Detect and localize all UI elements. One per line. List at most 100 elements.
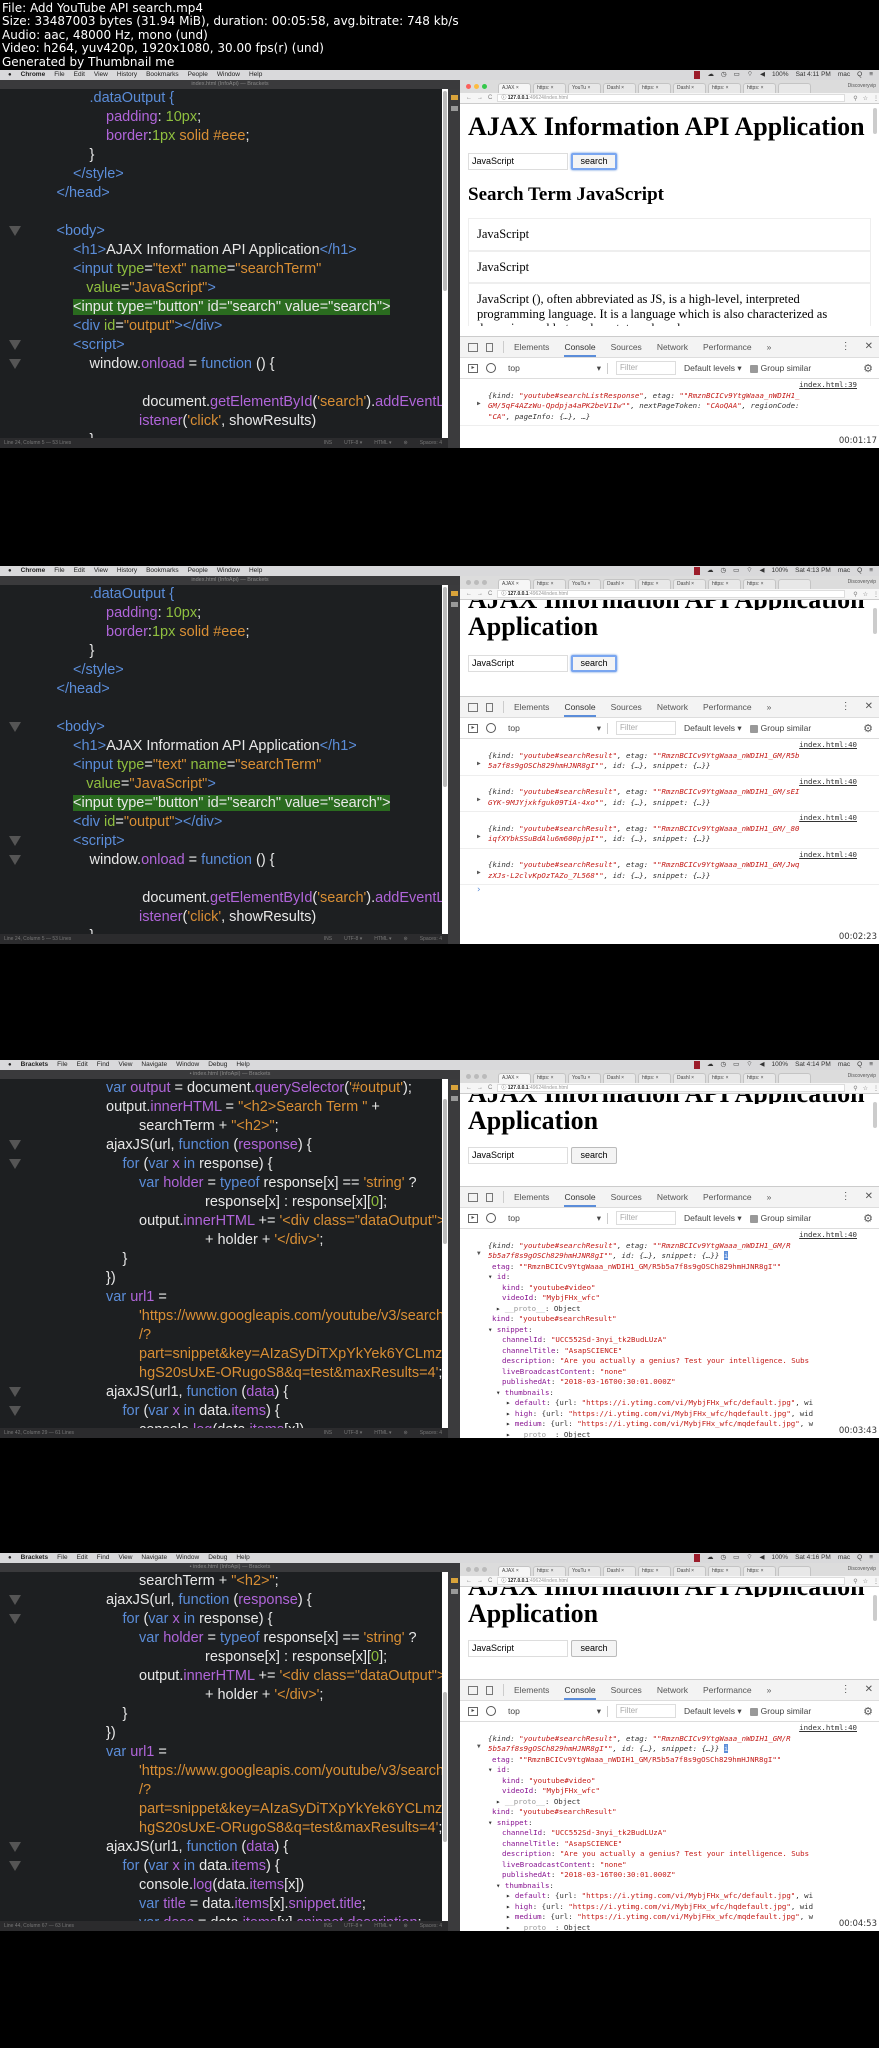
statusbar-item[interactable]: INS (324, 1428, 332, 1438)
code-line[interactable]: 'https://www.googleapis.com/youtube/v3/s… (0, 1307, 442, 1326)
menu-item-window[interactable]: Window (217, 70, 240, 80)
inspect-element-icon[interactable] (468, 1192, 478, 1202)
live-preview-icon[interactable] (450, 95, 458, 100)
statusbar-item[interactable]: UTF-8 ▾ (344, 934, 362, 944)
menu-item-help[interactable]: Help (249, 566, 262, 576)
tab-close-icon[interactable]: × (586, 85, 590, 91)
menu-item-file[interactable]: File (57, 1553, 67, 1563)
back-icon[interactable]: ← (466, 591, 472, 597)
tree-node[interactable]: liveBroadcastContent: "none" (488, 1367, 879, 1378)
code-line[interactable]: var holder = typeof response[x] == 'stri… (0, 1629, 442, 1648)
close-devtools-icon[interactable]: ✕ (865, 701, 873, 712)
tree-node[interactable]: ▾ thumbnails: (488, 1881, 879, 1892)
code-line[interactable]: window.onload = function () { (0, 355, 442, 374)
menu-app-name[interactable]: Brackets (21, 1553, 48, 1563)
checkbox-checked-icon[interactable] (749, 364, 758, 373)
forward-icon[interactable]: → (477, 1085, 483, 1091)
fold-arrow-icon[interactable] (9, 359, 21, 369)
menu-item-bookmarks[interactable]: Bookmarks (146, 566, 179, 576)
devtools-tab-console[interactable]: Console (564, 1685, 596, 1700)
devtools-tab-network[interactable]: Network (657, 702, 688, 712)
devtools-tab-elements[interactable]: Elements (514, 1192, 549, 1202)
code-line[interactable]: .dataOutput { (0, 585, 442, 604)
checkbox-checked-icon[interactable] (749, 1214, 758, 1223)
minimize-window-button[interactable] (474, 1074, 479, 1079)
new-tab-button[interactable] (778, 1073, 811, 1083)
tree-node[interactable]: ▸ high: {url: "https://i.ytimg.com/vi/My… (488, 1902, 879, 1913)
log-object[interactable]: ▶ {kind: "youtube#searchListResponse", et… (460, 391, 879, 423)
fold-arrow-icon[interactable] (9, 855, 21, 865)
code-line[interactable]: } (0, 927, 442, 934)
code-line[interactable] (0, 870, 442, 889)
console-settings-icon[interactable]: ⚙ (863, 1705, 873, 1718)
clear-console-icon[interactable] (486, 363, 496, 373)
cloud-icon[interactable]: ☁ (707, 1553, 714, 1563)
statusbar-item[interactable]: HTML ▾ (374, 934, 391, 944)
notification-center-icon[interactable]: ≡ (869, 1553, 873, 1563)
devtools-tab-more[interactable]: » (767, 1685, 772, 1695)
browser-tab[interactable]: Dashl × (673, 83, 706, 93)
source-link[interactable]: index.html:39 (460, 380, 879, 391)
console-message[interactable]: index.html:40 ▼ {kind: "youtube#searchResu… (460, 1722, 879, 1931)
statusbar-item[interactable]: UTF-8 ▾ (344, 1428, 362, 1438)
expand-arrow-icon[interactable]: ▶ (477, 759, 481, 770)
scrollbar-thumb[interactable] (443, 1099, 447, 1244)
tab-close-icon[interactable]: × (620, 1075, 624, 1081)
code-line[interactable]: <div id="output"></div> (0, 317, 442, 336)
tab-close-icon[interactable]: × (724, 1075, 729, 1081)
source-link[interactable]: index.html:40 (460, 850, 879, 861)
browser-tab[interactable]: https: × (708, 579, 741, 589)
browser-tab[interactable]: YouTu × (568, 1073, 601, 1083)
menu-item-edit[interactable]: Edit (77, 1060, 88, 1070)
console-message[interactable]: index.html:40 ▶ {kind: "youtube#searchResu… (460, 776, 879, 812)
checkbox-checked-icon[interactable] (749, 1707, 758, 1716)
menu-item-people[interactable]: People (188, 566, 208, 576)
browser-tab[interactable]: https: × (743, 579, 776, 589)
menu-item-view[interactable]: View (118, 1060, 132, 1070)
code-line[interactable]: <script> (0, 336, 442, 355)
menu-item-find[interactable]: Find (97, 1060, 110, 1070)
code-line[interactable]: ajaxJS(url1, function (data) { (0, 1838, 442, 1857)
notification-center-icon[interactable]: ≡ (869, 1060, 873, 1070)
chrome-menu-icon[interactable]: ⋮ (873, 95, 879, 102)
search-term-input[interactable]: JavaScript (468, 153, 568, 170)
code-line[interactable]: output.innerHTML = "<h2>Search Term " + (0, 1098, 442, 1117)
browser-tab[interactable]: AJAX × (498, 1073, 531, 1083)
browser-tab[interactable]: https: × (533, 83, 566, 93)
console-message[interactable]: index.html:40 ▶ {kind: "youtube#searchResu… (460, 739, 879, 776)
statusbar-item[interactable]: Spaces: 4 (420, 438, 442, 448)
tree-node[interactable]: publishedAt: "2018-03-16T00:30:01.000Z" (488, 1870, 879, 1881)
code-line[interactable]: hgS20sUxE-ORugoS8&q=test&maxResults=4'; (0, 1819, 442, 1838)
apple-menu-icon[interactable]: ● (8, 566, 12, 576)
code-line[interactable] (0, 203, 442, 222)
fold-arrow-icon[interactable] (9, 836, 21, 846)
devtools-tab-more[interactable]: » (767, 702, 772, 712)
fold-arrow-icon[interactable] (9, 722, 21, 732)
statusbar-item[interactable]: Spaces: 4 (420, 1428, 442, 1438)
devtools-tab-sources[interactable]: Sources (611, 1192, 642, 1202)
statusbar-item[interactable]: INS (324, 1921, 332, 1931)
fold-arrow-icon[interactable] (9, 1406, 21, 1416)
search-button[interactable]: search (571, 1147, 617, 1164)
code-line[interactable]: var output = document.querySelector('#ou… (0, 1079, 442, 1098)
console-settings-icon[interactable]: ⚙ (863, 722, 873, 735)
code-area[interactable]: .dataOutput {padding: 10px; border:1px so… (0, 585, 442, 934)
console-message[interactable]: index.html:40 ▶ {kind: "youtube#searchResu… (460, 812, 879, 849)
menu-item-file[interactable]: File (54, 70, 64, 80)
browser-tab[interactable]: https: × (638, 1073, 671, 1083)
browser-tab[interactable]: Dashl × (603, 1566, 636, 1576)
browser-tab[interactable]: Dashl × (603, 83, 636, 93)
code-line[interactable]: istener('click', showResults) (0, 412, 442, 431)
zoom-icon[interactable]: ⚲ (853, 95, 857, 102)
tab-close-icon[interactable]: × (515, 581, 519, 587)
chrome-menu-icon[interactable]: ⋮ (873, 1578, 879, 1585)
bookmark-star-icon[interactable]: ☆ (863, 1085, 868, 1092)
code-line[interactable]: </style> (0, 661, 442, 680)
user-name[interactable]: mac (838, 1060, 850, 1070)
tab-close-icon[interactable]: × (549, 1568, 554, 1574)
bookmark-star-icon[interactable]: ☆ (863, 1578, 868, 1585)
tab-close-icon[interactable]: × (724, 581, 729, 587)
wifi-icon[interactable]: ⌔ (746, 1553, 752, 1563)
menu-item-view[interactable]: View (94, 566, 108, 576)
menu-item-window[interactable]: Window (176, 1553, 199, 1563)
